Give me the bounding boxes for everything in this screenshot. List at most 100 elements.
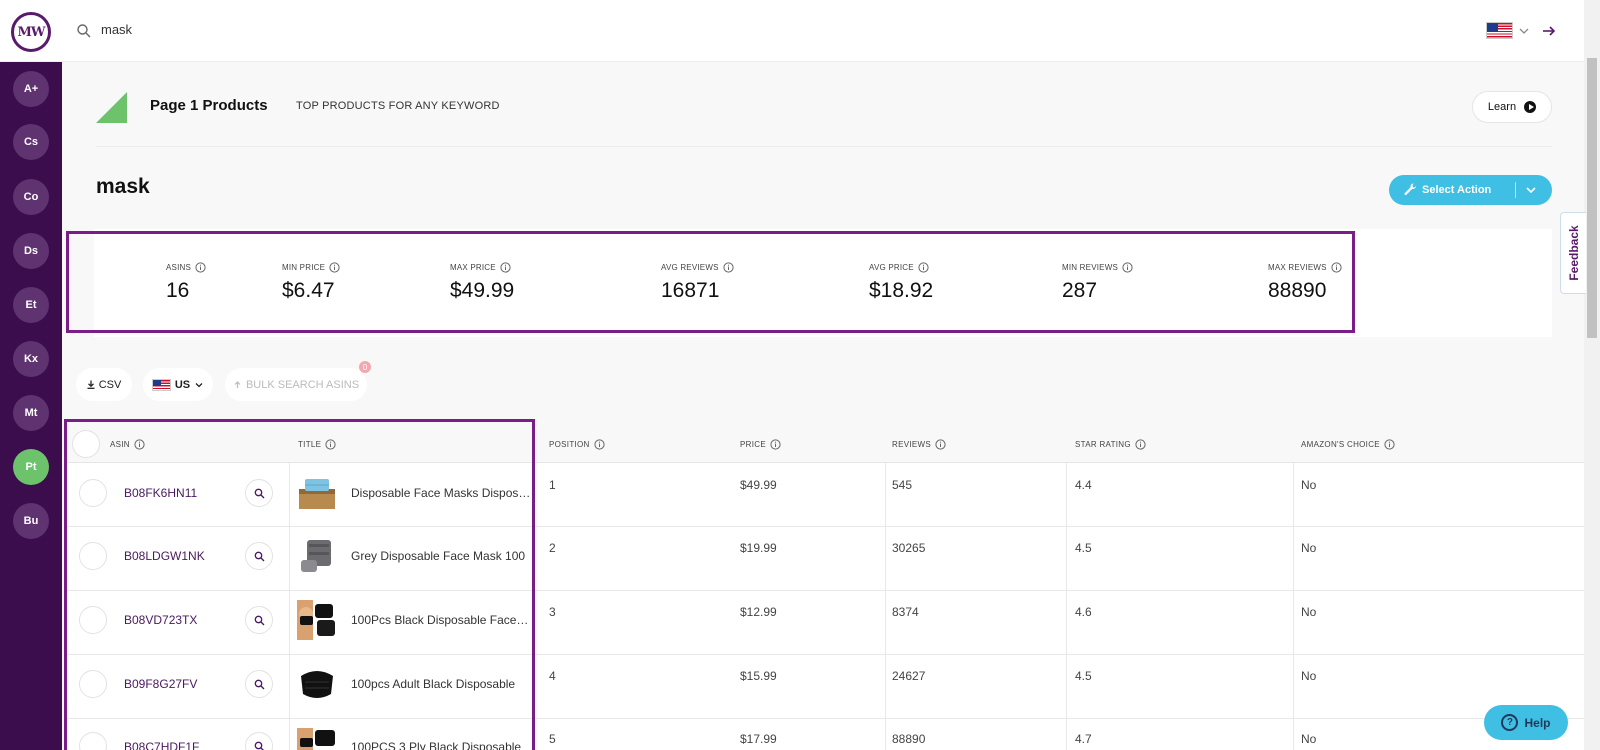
amazons-choice-cell: No [1301,605,1317,619]
info-icon[interactable] [329,262,340,273]
column-header-star-rating[interactable]: STAR RATING [1075,425,1146,463]
stat-label: ASINS [166,263,192,272]
column-label: STAR RATING [1075,439,1131,449]
info-icon[interactable] [770,438,781,450]
stat-label: MAX REVIEWS [1268,263,1327,272]
sidebar-item-kx[interactable]: Kx [13,341,49,377]
info-icon[interactable] [594,438,605,450]
help-label: Help [1524,715,1551,730]
info-icon[interactable] [195,262,206,273]
column-header-amazons-choice[interactable]: AMAZON'S CHOICE [1301,425,1395,463]
country-select[interactable]: US [143,368,213,401]
amazons-choice-cell: No [1301,732,1317,746]
chevron-down-icon[interactable] [1525,184,1537,196]
column-header-position[interactable]: POSITION [549,425,605,463]
sidebar-item-ds[interactable]: Ds [13,233,49,269]
csv-download-button[interactable]: CSV [76,368,132,401]
column-label: AMAZON'S CHOICE [1301,439,1380,449]
upload-icon [234,381,241,388]
asin-title-highlight-box [64,419,535,750]
price-cell: $49.99 [740,478,777,492]
sidebar-item-co[interactable]: Co [13,179,49,215]
top-bar: MW mask [0,0,1584,62]
chevron-down-icon[interactable] [1518,25,1530,37]
learn-button[interactable]: Learn [1472,91,1552,123]
star-rating-cell: 4.5 [1075,669,1092,683]
page-logo-triangle-icon [96,92,127,123]
column-label: POSITION [549,439,590,449]
stat-value: $18.92 [869,279,934,302]
info-icon[interactable] [935,438,946,450]
star-rating-cell: 4.4 [1075,478,1092,492]
position-cell: 3 [549,605,556,619]
sidebar-item-a-plus[interactable]: A+ [13,71,49,107]
page-title: Page 1 Products [150,97,268,114]
column-header-reviews[interactable]: REVIEWS [892,425,946,463]
column-label: PRICE [740,439,766,449]
sidebar-item-cs[interactable]: Cs [13,124,49,160]
page-subtitle: TOP PRODUCTS FOR ANY KEYWORD [296,100,500,112]
stat-label: MIN REVIEWS [1062,263,1118,272]
reviews-cell: 30265 [892,541,926,555]
stat-min-reviews: MIN REVIEWS 287 [1062,262,1133,303]
feedback-label: Feedback [1566,225,1581,281]
vertical-scrollbar[interactable] [1584,0,1600,750]
info-icon[interactable] [1135,438,1146,450]
stat-label: MIN PRICE [282,263,326,272]
header-divider [96,146,1552,147]
keyword-heading: mask [96,175,150,198]
bulk-search-asins-button[interactable]: BULK SEARCH ASINS [225,368,367,401]
scrollbar-thumb[interactable] [1587,58,1597,338]
price-cell: $19.99 [740,541,777,555]
select-action-button[interactable]: Select Action [1389,175,1552,205]
stat-value: $6.47 [282,279,335,302]
stat-value: 16871 [661,279,720,302]
amazons-choice-cell: No [1301,541,1317,555]
stat-max-reviews: MAX REVIEWS 88890 [1268,262,1342,303]
stat-avg-reviews: AVG REVIEWS 16871 [661,262,734,303]
stat-value: 88890 [1268,279,1327,302]
us-flag-icon[interactable] [1486,22,1513,39]
amazons-choice-cell: No [1301,478,1317,492]
info-icon[interactable] [500,262,511,273]
bulk-count-badge: 0 [359,361,371,373]
stat-label: AVG REVIEWS [661,263,719,272]
bulk-search-label: BULK SEARCH ASINS [245,378,360,391]
reviews-cell: 545 [892,478,913,492]
sidebar-item-et[interactable]: Et [13,287,49,323]
price-cell: $17.99 [740,732,777,746]
position-cell: 1 [549,478,556,492]
info-icon[interactable] [1331,262,1342,273]
column-header-price[interactable]: PRICE [740,425,781,463]
wrench-icon [1404,183,1416,196]
star-rating-cell: 4.5 [1075,541,1092,555]
app-logo[interactable]: MW [11,12,51,52]
question-icon: ? [1501,714,1519,731]
select-action-label: Select Action [1422,184,1492,196]
search-input[interactable]: mask [101,22,132,37]
info-icon[interactable] [723,262,734,273]
info-icon[interactable] [1122,262,1133,273]
column-divider [1066,463,1067,750]
info-icon[interactable] [918,262,929,273]
feedback-tab[interactable]: Feedback [1560,212,1586,294]
info-icon[interactable] [1384,438,1395,450]
stat-avg-price: AVG PRICE $18.92 [869,262,933,303]
download-icon [87,380,95,389]
play-icon [1524,101,1537,113]
sidebar-item-mt[interactable]: Mt [13,395,49,431]
reviews-cell: 24627 [892,669,926,683]
sidebar-item-pt[interactable]: Pt [13,449,49,485]
stat-value: $49.99 [450,279,515,302]
stat-value: 16 [166,279,190,302]
help-button[interactable]: ? Help [1484,705,1568,740]
select-action-separator [1515,182,1516,198]
logout-arrow-icon[interactable] [1540,22,1558,40]
sidebar-item-bu[interactable]: Bu [13,503,49,539]
position-cell: 4 [549,669,556,683]
sidebar: A+ Cs Co Ds Et Kx Mt Pt Bu [0,62,62,750]
learn-label: Learn [1487,101,1517,113]
price-cell: $12.99 [740,605,777,619]
stat-label: AVG PRICE [869,263,914,272]
stat-value: 287 [1062,279,1098,302]
